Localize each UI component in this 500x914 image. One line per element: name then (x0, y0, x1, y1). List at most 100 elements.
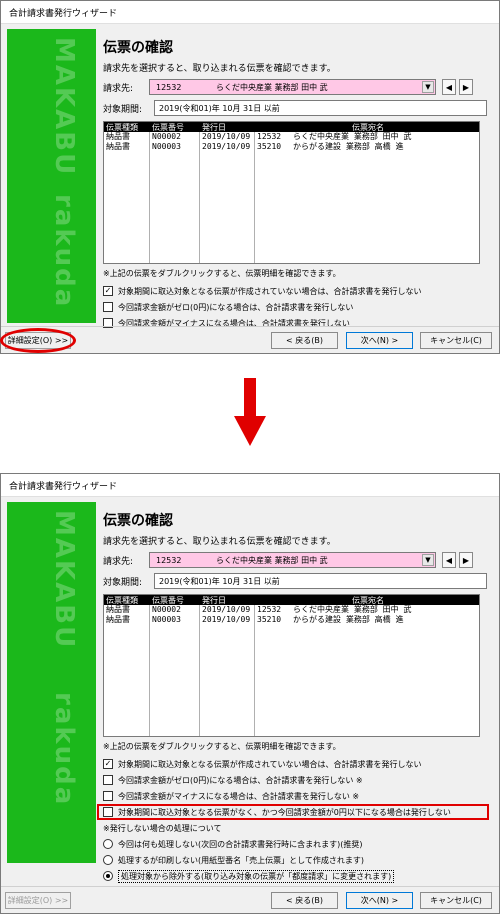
cell-type: 納品書 (106, 615, 130, 624)
table-row[interactable]: 納品書 N00003 2019/10/09 35210 からがる建設 業務部 高橋… (104, 142, 479, 152)
page-description: 請求先を選択すると、取り込まれる伝票を確認できます。 (103, 64, 336, 74)
period-field: 2019(令和01)年 10月 31日 以前 (154, 573, 487, 589)
period-row: 対象期間: 2019(令和01)年 10月 31日 以前 (103, 100, 495, 116)
col-header-type: 伝票種類 (106, 123, 138, 132)
next-billing-button[interactable]: ▶ (459, 79, 473, 95)
cell-number: N00002 (152, 605, 181, 614)
cell-date: 2019/10/09 (202, 132, 251, 141)
detail-settings-button[interactable]: 詳細設定(O) >> (5, 892, 71, 909)
cell-code: 35210 (257, 142, 282, 151)
panel-watermark-2: rakuda (49, 194, 79, 309)
checkbox-checked-icon[interactable]: ✓ (103, 759, 113, 769)
period-field: 2019(令和01)年 10月 31日 以前 (154, 100, 487, 116)
cell-name: からがる建設 業務部 高橋 進 (293, 615, 404, 624)
billing-label: 請求先: (103, 556, 134, 567)
panel-watermark-1: MAKABU (49, 510, 79, 650)
button-bar: 詳細設定(O) >> < 戻る(B) 次へ(N) > キャンセル(C) (1, 886, 499, 913)
slip-grid[interactable]: 伝票種類 伝票番号 発行日 伝票宛名 納品書 N00002 2019/10/09… (103, 121, 480, 264)
checkbox-no-slips[interactable]: ✓ 対象期間に取込対象となる伝票が作成されていない場合は、合計請求書を発行しない (103, 283, 495, 299)
cell-code: 12532 (257, 605, 282, 614)
back-button[interactable]: < 戻る(B) (271, 332, 338, 349)
green-side-panel: MAKABU rakuda (7, 502, 96, 863)
panel-watermark-2: rakuda (49, 692, 79, 807)
table-row[interactable]: 納品書 N00002 2019/10/09 12532 らくだ中央産業 業務部 田… (104, 605, 479, 615)
period-label: 対象期間: (103, 577, 143, 588)
col-header-number: 伝票番号 (152, 596, 184, 605)
radio-do-nothing[interactable]: 今回は何も処理しない(次回の合計請求書発行時に含まれます)(推奨) (103, 836, 495, 852)
triangle-left-icon: ◀ (445, 82, 453, 92)
checkbox-no-slips[interactable]: ✓ 対象期間に取込対象となる伝票が作成されていない場合は、合計請求書を発行しない (103, 756, 495, 772)
radio-exclude[interactable]: 処理対象から除外する(取り込み対象の伝票が「都度請求」に変更されます) (103, 868, 495, 884)
slip-grid[interactable]: 伝票種類 伝票番号 発行日 伝票宛名 納品書 N00002 2019/10/09… (103, 594, 480, 737)
col-header-name: 伝票宛名 (352, 123, 384, 132)
radio-label: 今回は何も処理しない(次回の合計請求書発行時に含まれます)(推奨) (118, 839, 363, 849)
chevron-down-icon[interactable]: ▼ (422, 554, 434, 566)
billing-code: 12532 (156, 82, 182, 92)
col-header-name: 伝票宛名 (352, 596, 384, 605)
checkbox-icon[interactable] (103, 302, 113, 312)
grid-divider (254, 605, 255, 736)
checkbox-icon[interactable] (103, 791, 113, 801)
highlight-oval (0, 328, 76, 353)
grid-divider (149, 132, 150, 263)
next-button[interactable]: 次へ(N) > (346, 332, 413, 349)
billing-select[interactable]: 12532 らくだ中央産業 業務部 田中 武 ▼ (149, 552, 436, 568)
billing-select[interactable]: 12532 らくだ中央産業 業務部 田中 武 ▼ (149, 79, 436, 95)
main-content: 伝票の確認 請求先を選択すると、取り込まれる伝票を確認できます。 請求先: 12… (97, 502, 495, 884)
wizard-window-before: 合計請求書発行ウィザード MAKABU rakuda 伝票の確認 請求先を選択す… (0, 0, 500, 354)
back-button[interactable]: < 戻る(B) (271, 892, 338, 909)
checkbox-label: 今回請求金額がゼロ(0円)になる場合は、合計請求書を発行しない ※ (118, 775, 363, 785)
cell-number: N00003 (152, 142, 181, 151)
col-header-number: 伝票番号 (152, 123, 184, 132)
cell-number: N00002 (152, 132, 181, 141)
checkbox-zero-amount[interactable]: 今回請求金額がゼロ(0円)になる場合は、合計請求書を発行しない (103, 299, 495, 315)
grid-divider (149, 605, 150, 736)
cell-code: 12532 (257, 132, 282, 141)
cell-type: 納品書 (106, 605, 130, 614)
prev-billing-button[interactable]: ◀ (442, 552, 456, 568)
triangle-right-icon: ▶ (462, 82, 470, 92)
radio-process-no-print[interactable]: 処理するが印刷しない(用紙型番名「売上伝票」として作成されます) (103, 852, 495, 868)
cell-name: らくだ中央産業 業務部 田中 武 (293, 132, 412, 141)
checkbox-zero-amount[interactable]: 今回請求金額がゼロ(0円)になる場合は、合計請求書を発行しない ※ (103, 772, 495, 788)
billing-label: 請求先: (103, 83, 134, 94)
cell-type: 納品書 (106, 142, 130, 151)
arrow-down-icon (234, 378, 266, 446)
col-header-date: 発行日 (202, 123, 226, 132)
triangle-left-icon: ◀ (445, 555, 453, 565)
col-header-type: 伝票種類 (106, 596, 138, 605)
checkbox-no-slips-and-zero-or-less[interactable]: 対象期間に取込対象となる伝票がなく、かつ今回請求金額が0円以下になる場合は発行し… (97, 804, 489, 820)
checkbox-minus-amount[interactable]: 今回請求金額がマイナスになる場合は、合計請求書を発行しない ※ (103, 788, 495, 804)
checkbox-icon[interactable] (103, 775, 113, 785)
chevron-down-icon[interactable]: ▼ (422, 81, 434, 93)
cancel-button[interactable]: キャンセル(C) (420, 332, 492, 349)
cancel-button[interactable]: キャンセル(C) (420, 892, 492, 909)
window-title: 合計請求書発行ウィザード (1, 1, 499, 24)
checkbox-checked-icon[interactable]: ✓ (103, 286, 113, 296)
checkbox-label: 対象期間に取込対象となる伝票がなく、かつ今回請求金額が0円以下になる場合は発行し… (118, 807, 451, 817)
grid-note: ※上記の伝票をダブルクリックすると、伝票明細を確認できます。 (103, 269, 341, 278)
table-row[interactable]: 納品書 N00003 2019/10/09 35210 からがる建設 業務部 高橋… (104, 615, 479, 625)
col-header-date: 発行日 (202, 596, 226, 605)
checkbox-label: 対象期間に取込対象となる伝票が作成されていない場合は、合計請求書を発行しない (118, 759, 422, 769)
radio-icon[interactable] (103, 855, 113, 865)
page-description: 請求先を選択すると、取り込まれる伝票を確認できます。 (103, 537, 336, 547)
next-billing-button[interactable]: ▶ (459, 552, 473, 568)
period-row: 対象期間: 2019(令和01)年 10月 31日 以前 (103, 573, 495, 589)
table-row[interactable]: 納品書 N00002 2019/10/09 12532 らくだ中央産業 業務部 田… (104, 132, 479, 142)
window-title: 合計請求書発行ウィザード (1, 474, 499, 497)
grid-header: 伝票種類 伝票番号 発行日 伝票宛名 (104, 595, 479, 605)
billing-row: 請求先: 12532 らくだ中央産業 業務部 田中 武 ▼ ◀ ▶ (103, 79, 495, 95)
page-title: 伝票の確認 (103, 513, 173, 529)
checkbox-label: 対象期間に取込対象となる伝票が作成されていない場合は、合計請求書を発行しない (118, 286, 422, 296)
prev-billing-button[interactable]: ◀ (442, 79, 456, 95)
checkbox-label: 今回請求金額がゼロ(0円)になる場合は、合計請求書を発行しない (118, 302, 354, 312)
billing-row: 請求先: 12532 らくだ中央産業 業務部 田中 武 ▼ ◀ ▶ (103, 552, 495, 568)
next-button[interactable]: 次へ(N) > (346, 892, 413, 909)
grid-note: ※上記の伝票をダブルクリックすると、伝票明細を確認できます。 (103, 742, 341, 751)
cell-date: 2019/10/09 (202, 142, 251, 151)
checkbox-icon[interactable] (103, 807, 113, 817)
triangle-right-icon: ▶ (462, 555, 470, 565)
radio-icon[interactable] (103, 839, 113, 849)
radio-selected-icon[interactable] (103, 871, 113, 881)
